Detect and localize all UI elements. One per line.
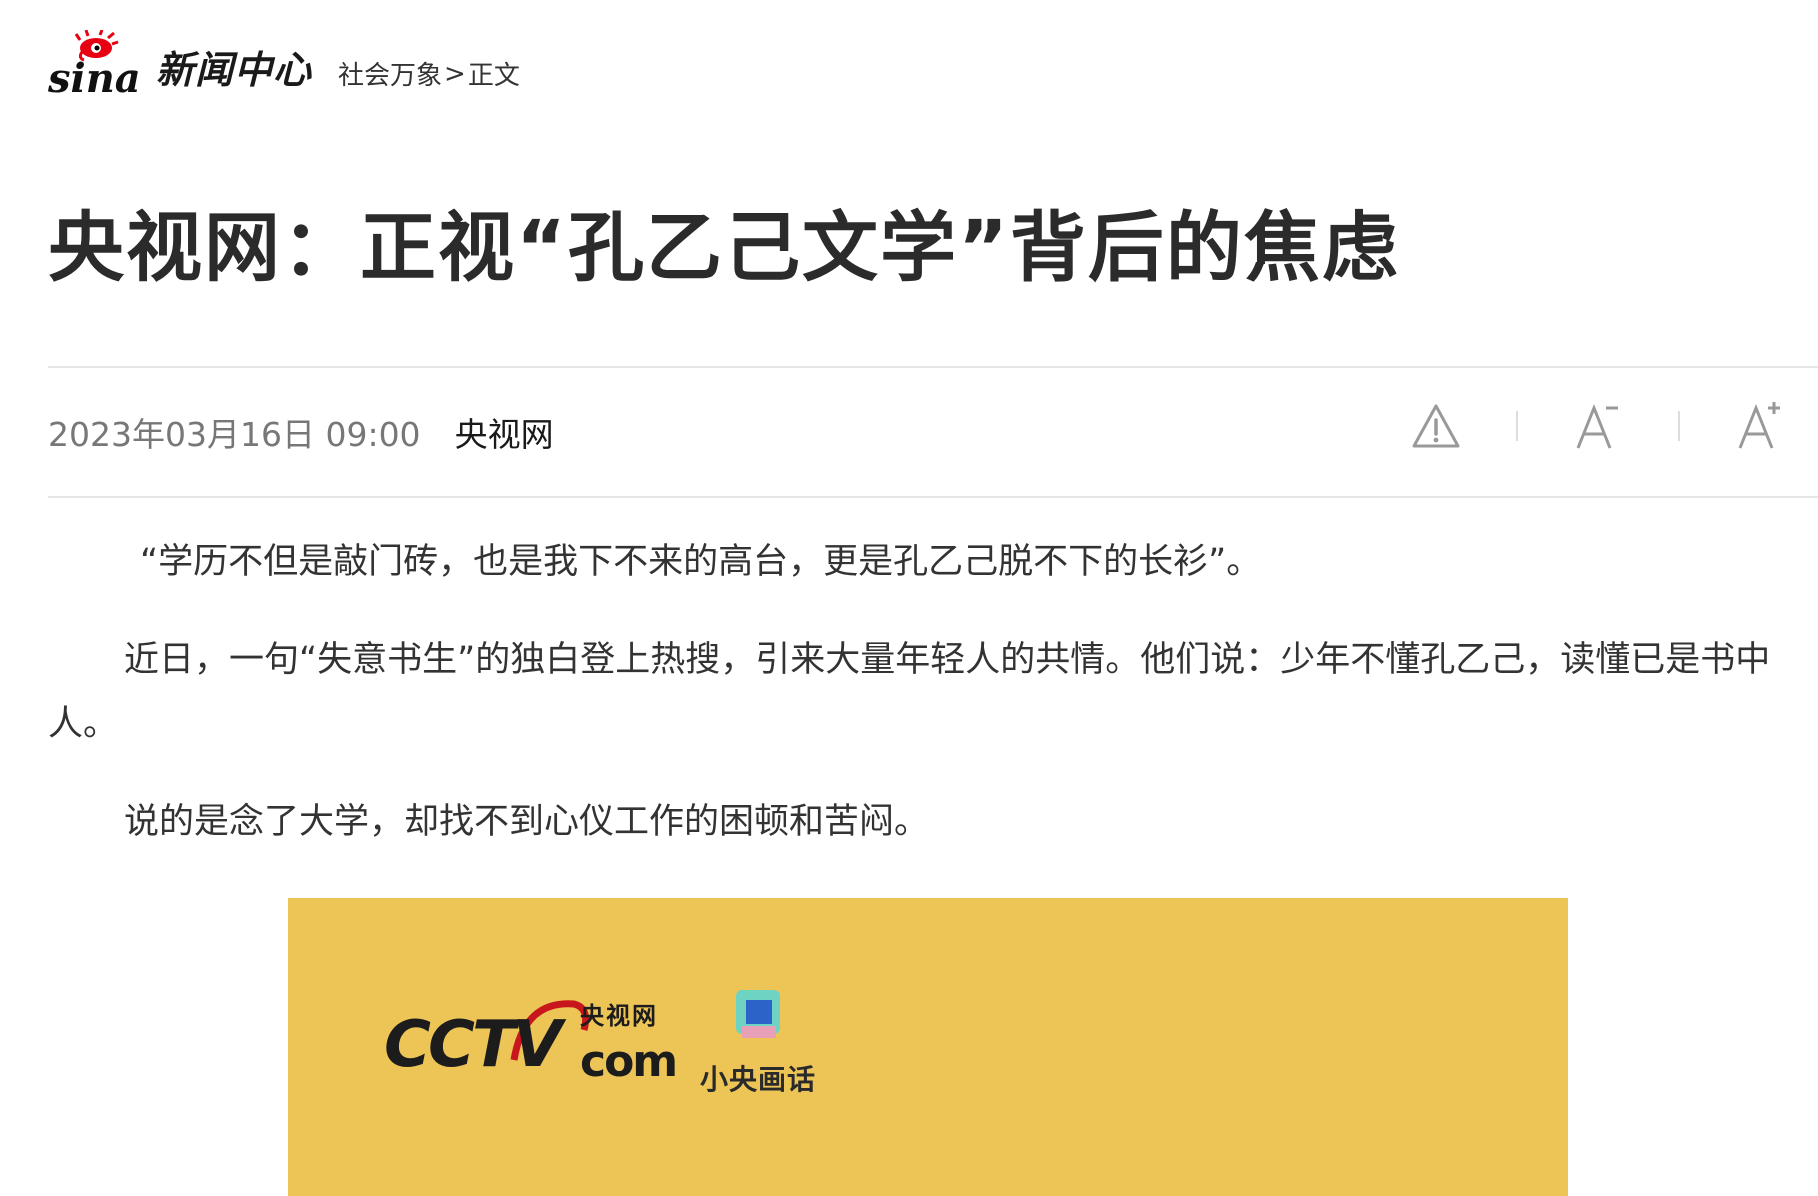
site-header: sina 新闻中心 社会万象 > 正文 [48,24,520,104]
divider-bottom [48,496,1818,498]
breadcrumb-current: 正文 [467,61,520,91]
article-paragraph: 近日，一句“失意书生”的独白登上热搜，引来大量年轻人的共情。他们说：少年不懂孔乙… [48,640,1771,744]
column-name: 小央画话 [700,1063,817,1096]
font-increase-icon [1738,402,1780,449]
font-increase-button[interactable] [1732,398,1788,454]
warning-icon [1412,404,1460,448]
cctv-wordmark: CCTV [384,1008,562,1082]
tool-divider [1516,411,1518,441]
cctv-dotcom: com [580,1036,678,1087]
article-title: 央视网：正视“孔乙己文学”背后的焦虑 [48,203,1400,292]
divider-top [48,366,1818,368]
article-image: CCTV 央视网 com 小央画话 [288,898,1568,1196]
article-tools [1408,398,1818,454]
article-paragraph: “学历不但是敲门砖，也是我下不来的高台，更是孔乙己脱不下的长衫”。 [140,542,1262,582]
article-body: “学历不但是敲门砖，也是我下不来的高台，更是孔乙己脱不下的长衫”。 近日，一句“… [48,530,1818,888]
breadcrumb-separator: > [444,58,466,89]
column-logo-icon [736,990,780,1038]
article-paragraph: 说的是念了大学，却找不到心仪工作的困顿和苦闷。 [124,802,930,842]
article-meta: 2023年03月16日 09:00 央视网 [48,408,554,456]
article-source-link[interactable]: 央视网 [455,408,554,456]
sina-eye-logo-icon: sina [48,30,141,102]
cctv-logo: CCTV 央视网 com [384,996,714,1106]
report-button[interactable] [1408,398,1464,454]
breadcrumb: 社会万象 > 正文 [338,55,520,92]
breadcrumb-section[interactable]: 社会万象 [338,55,442,92]
font-decrease-icon [1576,403,1618,449]
cctv-cn-name: 央视网 [580,1002,658,1030]
svg-text:sina: sina [48,55,141,102]
sina-news-logo[interactable]: sina 新闻中心 [48,30,312,104]
page: sina 新闻中心 社会万象 > 正文 央视网：正视“孔乙己文学”背后的焦虑 2… [0,0,1818,1196]
logo-text: 新闻中心 [156,47,313,92]
publish-date: 2023年03月16日 09:00 [48,415,421,454]
tool-divider [1678,411,1680,441]
font-decrease-button[interactable] [1570,398,1626,454]
